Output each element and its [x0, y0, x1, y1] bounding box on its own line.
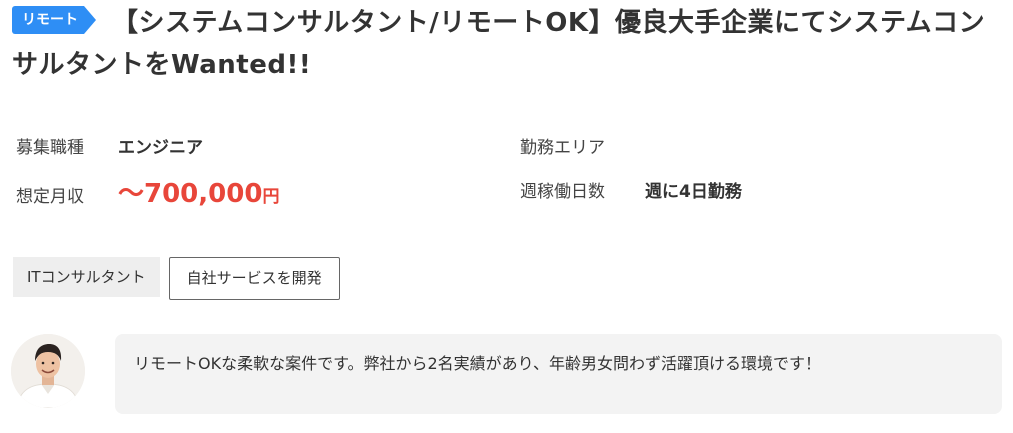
tag-list: ITコンサルタント 自社サービスを開発 [13, 257, 340, 300]
avatar [11, 334, 85, 408]
salary-label: 想定月収 [16, 187, 84, 207]
salary-unit: 円 [262, 187, 280, 207]
job-type-row: 募集職種 エンジニア [16, 133, 203, 158]
person-avatar-icon [11, 334, 85, 408]
message-text: リモートOKな柔軟な案件です。弊社から2名実績があり、年齢男女問わず活躍頂ける環… [134, 354, 822, 373]
work-days-value: 週に4日勤務 [645, 182, 742, 202]
job-title[interactable]: 【システムコンサルタント/リモートOK】優良大手企業にてシステムコンサルタントを… [12, 2, 1002, 86]
tag-it-consultant[interactable]: ITコンサルタント [13, 257, 160, 297]
salary-row: 想定月収 〜700,000 円 [16, 173, 279, 210]
badge-arrow-icon [84, 6, 96, 34]
work-area-label: 勤務エリア [520, 138, 605, 158]
remote-badge: リモート [12, 6, 102, 34]
job-title-text[interactable]: 【システムコンサルタント/リモートOK】優良大手企業にてシステムコンサルタントを… [12, 8, 985, 80]
tag-own-service[interactable]: 自社サービスを開発 [168, 257, 340, 300]
work-area-row: 勤務エリア [520, 133, 645, 158]
job-type-label: 募集職種 [16, 138, 84, 158]
message-bubble: リモートOKな柔軟な案件です。弊社から2名実績があり、年齢男女問わず活躍頂ける環… [115, 334, 1002, 414]
job-type-value: エンジニア [118, 138, 203, 158]
job-info-grid: 募集職種 エンジニア 勤務エリア 想定月収 〜700,000 円 週稼働日数 週… [16, 125, 996, 220]
work-days-label: 週稼働日数 [520, 182, 605, 202]
remote-badge-label: リモート [12, 6, 84, 34]
work-days-row: 週稼働日数 週に4日勤務 [520, 177, 742, 202]
salary-value: 〜700,000 [118, 179, 263, 209]
